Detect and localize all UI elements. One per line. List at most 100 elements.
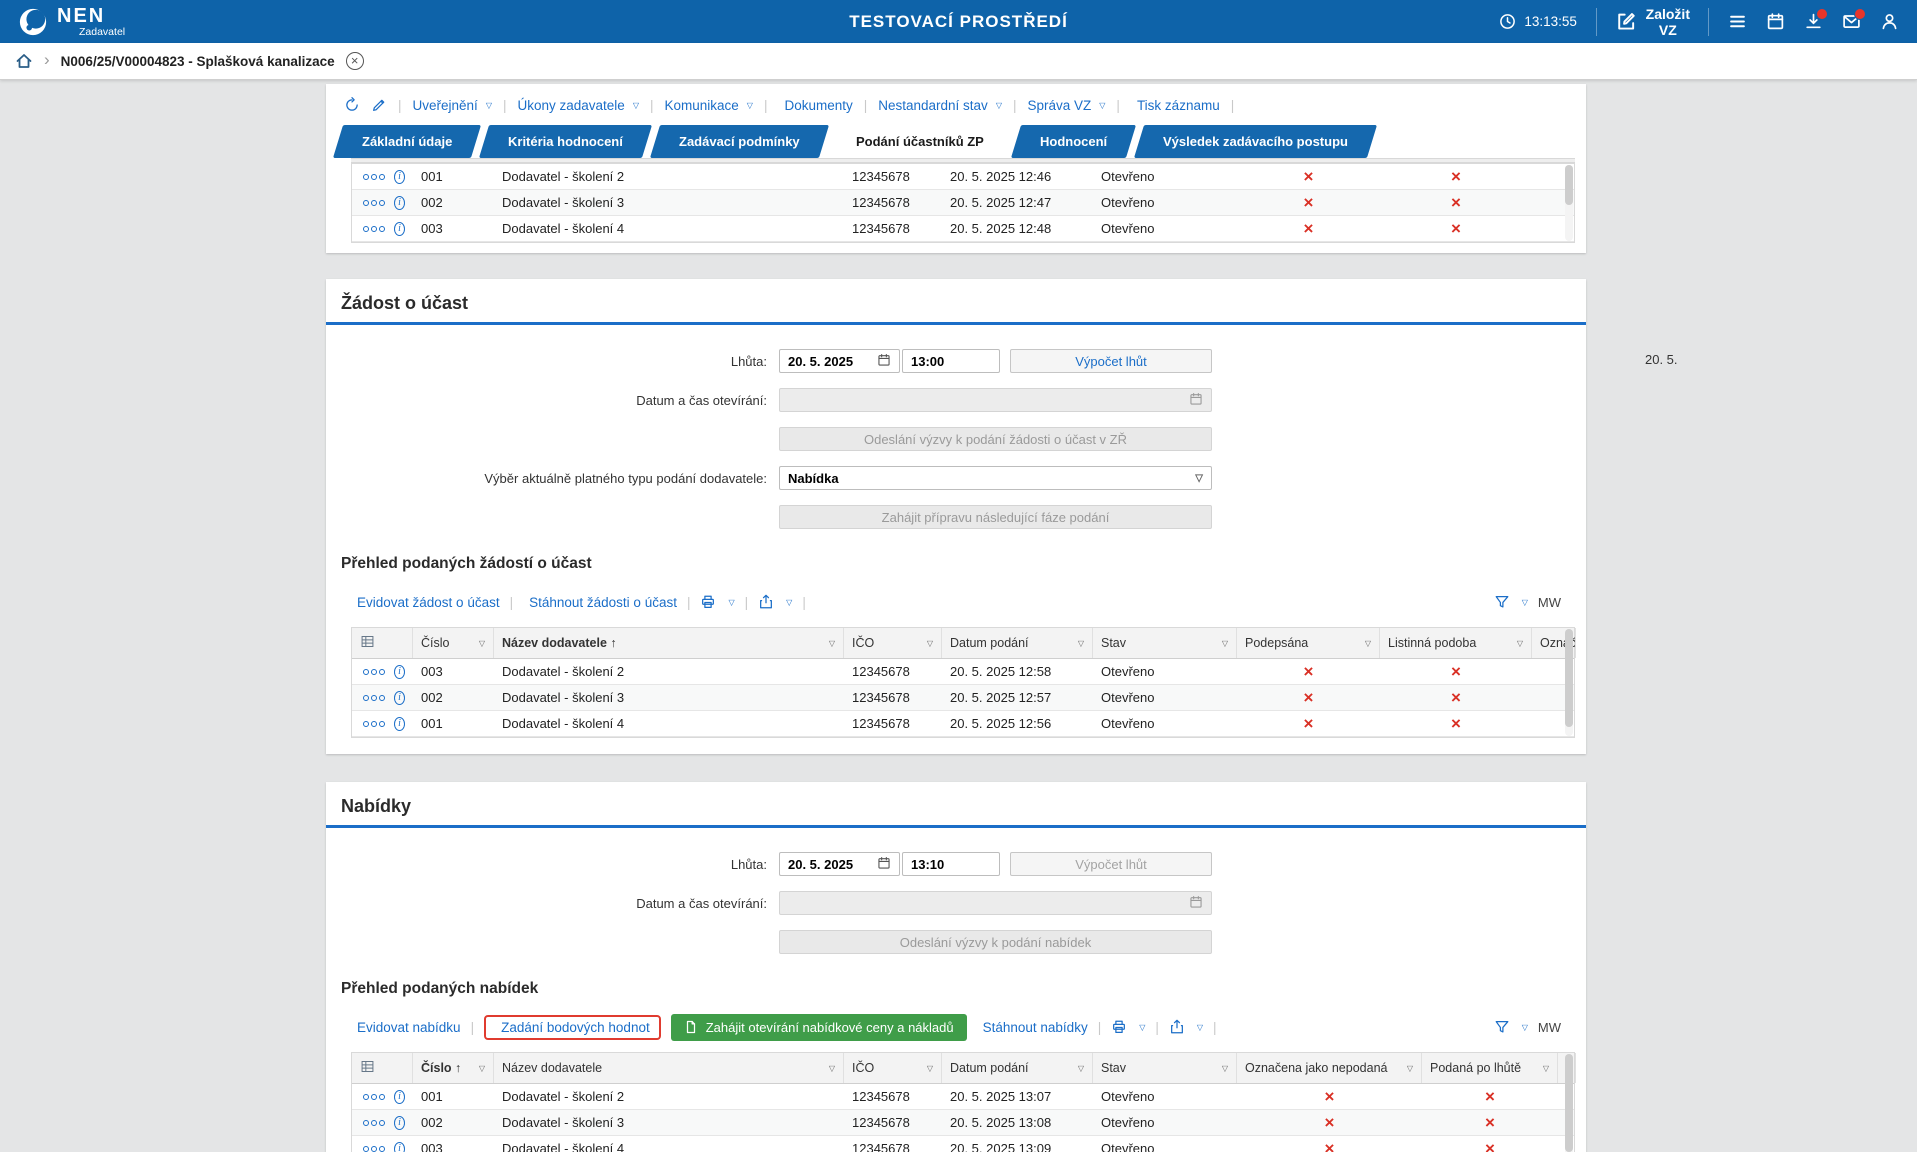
vypocet-lhut-button[interactable]: Výpočet lhůt xyxy=(1010,349,1212,373)
row-info-icon[interactable]: i xyxy=(394,690,405,705)
row-menu-icon[interactable] xyxy=(363,1119,387,1126)
lhuta-time-input[interactable]: 13:00 xyxy=(902,349,1000,373)
filter-caret-icon[interactable]: ▽ xyxy=(1078,639,1084,648)
column-header-nazev[interactable]: Název dodavatele ▽ xyxy=(494,1053,844,1083)
toolbar-dokumenty[interactable]: Dokumenty xyxy=(778,98,852,113)
vertical-scrollbar[interactable] xyxy=(1565,1054,1573,1152)
chevron-down-icon[interactable]: ▽ xyxy=(1139,1023,1145,1032)
column-header-ico[interactable]: IČO ▽ xyxy=(844,1053,942,1083)
table-row[interactable]: i 003 Dodavatel - školení 4 12345678 20. 5. … xyxy=(352,1136,1574,1152)
row-info-icon[interactable]: i xyxy=(394,195,405,210)
filter-caret-icon[interactable]: ▽ xyxy=(1543,1064,1549,1073)
table-row[interactable]: i 001 Dodavatel - školení 2 12345678 20. 5. … xyxy=(352,164,1574,190)
zadani-bodovych-hodnot-link[interactable]: Zadání bodových hodnot xyxy=(484,1014,661,1040)
back-icon[interactable] xyxy=(344,97,360,113)
column-header-ico[interactable]: IČO ▽ xyxy=(844,628,942,658)
calendar-icon[interactable] xyxy=(877,856,891,873)
lhuta-date-input[interactable]: 20. 5. 2025 xyxy=(779,349,900,373)
row-info-icon[interactable]: i xyxy=(394,664,405,679)
chevron-down-icon[interactable]: ▽ xyxy=(1522,598,1528,607)
row-menu-icon[interactable] xyxy=(363,720,387,727)
row-menu-icon[interactable] xyxy=(363,694,387,701)
calendar-icon[interactable] xyxy=(877,353,891,370)
row-info-icon[interactable]: i xyxy=(394,169,405,184)
chevron-down-icon[interactable]: ▽ xyxy=(728,598,734,607)
filter-caret-icon[interactable]: ▽ xyxy=(829,1064,835,1073)
toolbar-ukony-zadavatele[interactable]: Úkony zadavatele ▽ xyxy=(517,98,638,113)
print-icon[interactable] xyxy=(700,594,716,610)
toolbar-uverejneni[interactable]: Uveřejnění ▽ xyxy=(413,98,492,113)
downloads-icon[interactable] xyxy=(1804,8,1828,31)
filter-caret-icon[interactable]: ▽ xyxy=(829,639,835,648)
evidovat-nabidku-link[interactable]: Evidovat nabídku xyxy=(351,1020,461,1035)
table-row[interactable]: i 002 Dodavatel - školení 3 12345678 20. 5. … xyxy=(352,190,1574,216)
toolbar-tisk-zaznamu[interactable]: Tisk záznamu xyxy=(1131,98,1220,113)
row-menu-icon[interactable] xyxy=(363,173,387,180)
row-menu-icon[interactable] xyxy=(363,1093,387,1100)
filter-caret-icon[interactable]: ▽ xyxy=(1222,1064,1228,1073)
tab-zadavaci-podminky[interactable]: Zadávací podmínky xyxy=(650,125,829,158)
menu-icon[interactable] xyxy=(1728,12,1747,31)
row-info-icon[interactable]: i xyxy=(394,1115,405,1130)
close-record-icon[interactable]: × xyxy=(345,52,364,70)
column-chooser[interactable] xyxy=(352,1053,413,1083)
zalozit-vz-button[interactable]: Založit VZ xyxy=(1595,6,1709,38)
table-row[interactable]: i 002 Dodavatel - školení 3 12345678 20. 5. … xyxy=(352,685,1574,711)
column-header-nepodana[interactable]: Označena jako nepodaná ▽ xyxy=(1237,1053,1422,1083)
filter-caret-icon[interactable]: ▽ xyxy=(1517,639,1523,648)
table-row[interactable]: i 002 Dodavatel - školení 3 12345678 20. 5. … xyxy=(352,1110,1574,1136)
scrollbar-thumb[interactable] xyxy=(1565,629,1573,728)
column-header-podepsana[interactable]: Podepsána ▽ xyxy=(1237,628,1380,658)
column-header-datum[interactable]: Datum podání ▽ xyxy=(942,1053,1093,1083)
home-icon[interactable] xyxy=(15,52,33,70)
filter-icon[interactable] xyxy=(1494,594,1510,610)
lhuta-date-input[interactable]: 20. 5. 2025 xyxy=(779,852,900,876)
filter-caret-icon[interactable]: ▽ xyxy=(1407,1064,1413,1073)
filter-caret-icon[interactable]: ▽ xyxy=(1078,1064,1084,1073)
toolbar-nestandardni-stav[interactable]: Nestandardní stav ▽ xyxy=(878,98,1002,113)
column-header-stav[interactable]: Stav ▽ xyxy=(1093,1053,1237,1083)
filter-caret-icon[interactable]: ▽ xyxy=(1222,639,1228,648)
brand[interactable]: NEN Zadavatel xyxy=(18,6,125,38)
user-icon[interactable] xyxy=(1880,12,1899,31)
tab-hodnoceni[interactable]: Hodnocení xyxy=(1010,125,1136,158)
column-header-listinna[interactable]: Listinná podoba ▽ xyxy=(1380,628,1532,658)
stahnout-nabidky-link[interactable]: Stáhnout nabídky xyxy=(977,1020,1088,1035)
grid-icon[interactable] xyxy=(360,634,375,652)
tab-kriteria-hodnoceni[interactable]: Kritéria hodnocení xyxy=(479,125,653,158)
grid-icon[interactable] xyxy=(360,1059,375,1077)
column-chooser[interactable] xyxy=(352,628,413,658)
calendar-icon[interactable] xyxy=(1766,12,1785,31)
row-menu-icon[interactable] xyxy=(363,1145,387,1152)
row-info-icon[interactable]: i xyxy=(394,716,405,731)
column-header-cislo[interactable]: Číslo ↑ ▽ xyxy=(413,1053,494,1083)
filter-caret-icon[interactable]: ▽ xyxy=(1365,639,1371,648)
chevron-down-icon[interactable]: ▽ xyxy=(786,598,792,607)
zahajit-oteviranie-button[interactable]: Zahájit otevírání nabídkové ceny a nákla… xyxy=(670,1013,967,1041)
row-menu-icon[interactable] xyxy=(363,225,387,232)
chevron-down-icon[interactable]: ▽ xyxy=(1197,1023,1203,1032)
edit-pencil-icon[interactable] xyxy=(371,97,387,113)
toolbar-komunikace[interactable]: Komunikace ▽ xyxy=(664,98,752,113)
table-row[interactable]: i 003 Dodavatel - školení 4 12345678 20. 5. … xyxy=(352,216,1574,242)
row-menu-icon[interactable] xyxy=(363,668,387,675)
filter-caret-icon[interactable]: ▽ xyxy=(927,1064,933,1073)
table-row[interactable]: i 001 Dodavatel - školení 4 12345678 20. 5. … xyxy=(352,711,1574,737)
print-icon[interactable] xyxy=(1111,1019,1127,1035)
typ-podani-select[interactable]: Nabídka ▽ xyxy=(779,466,1212,490)
vertical-scrollbar[interactable] xyxy=(1565,165,1573,241)
chevron-down-icon[interactable]: ▽ xyxy=(1522,1023,1528,1032)
column-header-po_lhute[interactable]: Podaná po lhůtě ▽ xyxy=(1422,1053,1558,1083)
scrollbar-thumb[interactable] xyxy=(1565,1054,1573,1152)
filter-caret-icon[interactable]: ▽ xyxy=(479,1064,485,1073)
lhuta-time-input[interactable]: 13:10 xyxy=(902,852,1000,876)
row-info-icon[interactable]: i xyxy=(394,1089,405,1104)
mw-label[interactable]: MW xyxy=(1538,1020,1561,1035)
column-header-stav[interactable]: Stav ▽ xyxy=(1093,628,1237,658)
toolbar-sprava-vz[interactable]: Správa VZ ▽ xyxy=(1027,98,1105,113)
filter-caret-icon[interactable]: ▽ xyxy=(479,639,485,648)
tab-podani-ucastniku-zp[interactable]: Podání účastníků ZP xyxy=(826,125,1013,158)
scrollbar-thumb[interactable] xyxy=(1565,165,1573,205)
row-info-icon[interactable]: i xyxy=(394,221,405,236)
tab-vysledek-zadavaciho-postupu[interactable]: Výsledek zadávacího postupu xyxy=(1133,125,1377,158)
